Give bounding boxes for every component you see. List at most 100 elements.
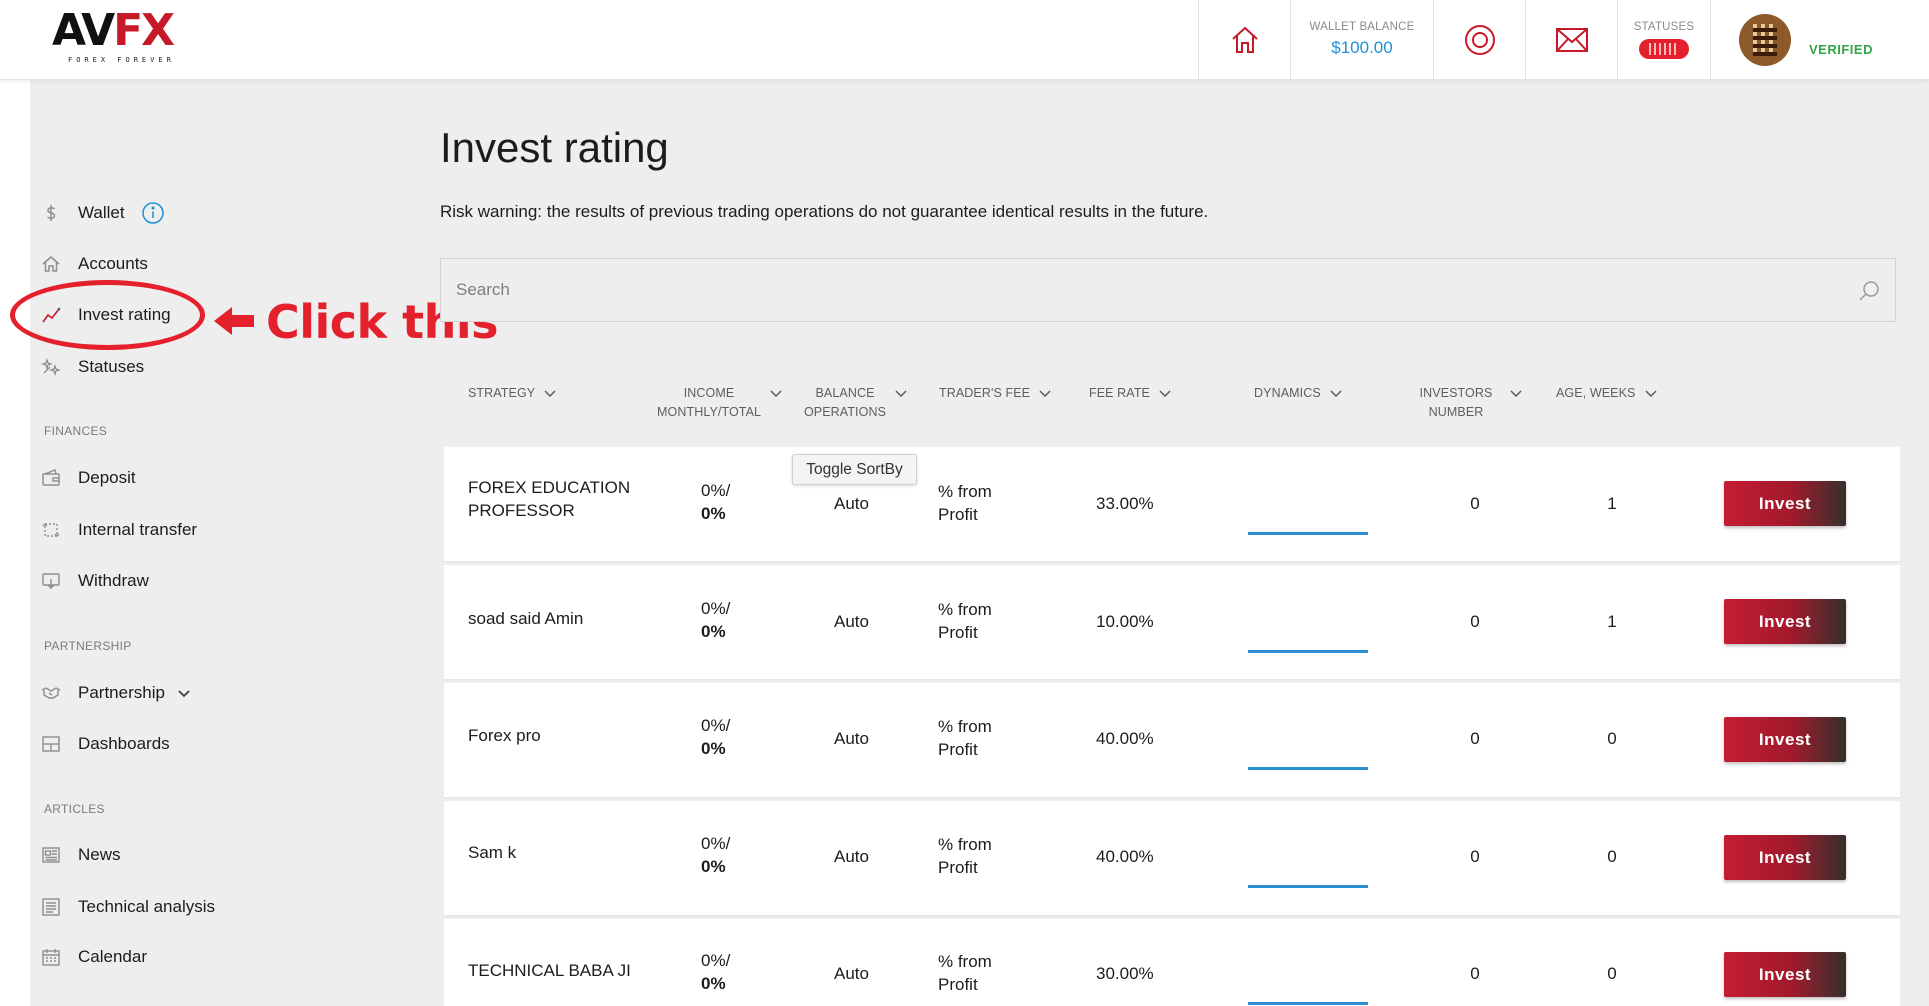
sidebar-item-internal-transfer[interactable]: Internal transfer [40, 515, 197, 545]
dynamics-sparkline [1248, 767, 1368, 770]
investors-number: 0 [1470, 494, 1480, 513]
traders-fee: % from Profit [938, 717, 992, 759]
invest-button[interactable]: Invest [1724, 481, 1846, 526]
sidebar-item-label: Wallet [78, 203, 125, 222]
income-total: 0% [701, 504, 726, 523]
sidebar-item-deposit[interactable]: Deposit [40, 463, 136, 493]
traders-fee: % from Profit [938, 835, 992, 877]
section-title-finances: FINANCES [44, 424, 108, 438]
col-header-sublabel: MONTHLY/TOTAL [657, 405, 762, 419]
income-monthly: 0%/ [701, 951, 731, 970]
sidebar-item-statuses[interactable]: Statuses [40, 352, 144, 382]
balance-operations: Auto [834, 964, 869, 983]
wallet-balance-widget[interactable]: WALLET BALANCE $100.00 [1290, 0, 1433, 79]
withdraw-icon [40, 570, 62, 592]
sidebar-item-withdraw[interactable]: Withdraw [40, 566, 149, 596]
transfer-icon [40, 519, 62, 541]
sidebar-item-dashboards[interactable]: Dashboards [40, 729, 170, 759]
invest-button[interactable]: Invest [1724, 599, 1846, 644]
chevron-down-icon [1330, 390, 1342, 397]
sidebar-item-label: Withdraw [78, 571, 149, 590]
sidebar-item-label: News [78, 845, 121, 864]
table-row[interactable]: FOREX EDUCATION PROFESSOR 0%/ 0% Auto % … [444, 447, 1900, 561]
sidebar-item-wallet[interactable]: Wallet [40, 198, 165, 228]
invest-button[interactable]: Invest [1724, 717, 1846, 762]
balance-operations: Auto [834, 494, 869, 513]
sidebar-item-partnership[interactable]: Partnership [40, 678, 191, 708]
col-header-traders-fee[interactable]: TRADER'S FEE [939, 384, 1052, 403]
brand-logo[interactable]: AVFX FOREX FOREVER [52, 8, 192, 66]
col-header-balance[interactable]: BALANCE OPERATIONS [800, 384, 908, 422]
statuses-label: STATUSES [1633, 20, 1695, 33]
sidebar-item-label: Partnership [78, 683, 165, 702]
user-menu[interactable]: VERIFIED [1710, 0, 1929, 79]
age-weeks: 0 [1607, 847, 1617, 866]
dynamics-sparkline [1248, 885, 1368, 888]
strategy-name[interactable]: FOREX EDUCATION PROFESSOR [468, 476, 648, 522]
table-row[interactable]: soad said Amin 0%/ 0% Auto % from Profit… [444, 565, 1900, 679]
investors-number: 0 [1470, 612, 1480, 631]
mail-button[interactable] [1525, 0, 1617, 79]
chevron-down-icon [544, 390, 556, 397]
target-button[interactable] [1433, 0, 1525, 79]
wallet-icon [40, 467, 62, 489]
income-cell: 0%/ 0% [701, 597, 761, 643]
invest-button[interactable]: Invest [1724, 835, 1846, 880]
sidebar-item-accounts[interactable]: Accounts [40, 249, 148, 279]
income-total: 0% [701, 739, 726, 758]
income-cell: 0%/ 0% [701, 832, 761, 878]
sidebar-item-technical-analysis[interactable]: Technical analysis [40, 892, 215, 922]
target-icon [1464, 24, 1495, 55]
col-header-investors[interactable]: INVESTORS NUMBER [1413, 384, 1523, 422]
chevron-down-icon[interactable] [177, 686, 191, 700]
col-header-label: FEE RATE [1089, 386, 1150, 400]
col-header-strategy[interactable]: STRATEGY [468, 384, 557, 403]
page-title: Invest rating [440, 124, 669, 171]
balance-operations: Auto [834, 612, 869, 631]
income-monthly: 0%/ [701, 599, 731, 618]
col-header-fee-rate[interactable]: FEE RATE [1089, 384, 1172, 403]
col-header-label: INCOME [683, 386, 735, 400]
annotation-ellipse [10, 280, 205, 350]
mail-icon [1555, 27, 1588, 52]
search-input[interactable] [441, 259, 1895, 321]
col-header-age[interactable]: AGE, WEEKS [1556, 384, 1658, 403]
fee-rate: 10.00% [1096, 612, 1154, 631]
statuses-widget[interactable]: STATUSES [1617, 0, 1710, 79]
strategy-name[interactable]: Forex pro [468, 724, 648, 747]
top-header: AVFX FOREX FOREVER WALLET BALANCE $100.0… [0, 0, 1929, 80]
avatar[interactable] [1739, 13, 1791, 66]
annotation-arrow-icon [214, 307, 254, 335]
table-row[interactable]: TECHNICAL BABA JI 0%/ 0% Auto % from Pro… [444, 919, 1900, 1006]
search-icon[interactable] [1857, 279, 1881, 303]
col-header-income[interactable]: INCOME MONTHLY/TOTAL [657, 384, 783, 422]
invest-button[interactable]: Invest [1724, 952, 1846, 997]
col-header-label: AGE, WEEKS [1556, 386, 1636, 400]
dynamics-sparkline [1248, 532, 1368, 535]
income-cell: 0%/ 0% [701, 714, 761, 760]
sidebar-item-label: Deposit [78, 468, 136, 487]
sidebar-item-calendar[interactable]: Calendar [40, 942, 147, 972]
info-icon[interactable] [141, 201, 165, 225]
fee-rate: 30.00% [1096, 964, 1154, 983]
income-cell: 0%/ 0% [701, 949, 761, 995]
strategy-name[interactable]: Sam k [468, 841, 648, 864]
risk-warning: Risk warning: the results of previous tr… [440, 202, 1209, 221]
home-button[interactable] [1198, 0, 1290, 79]
fee-rate: 40.00% [1096, 847, 1154, 866]
sidebar-item-label: Calendar [78, 947, 147, 966]
calendar-icon [40, 946, 62, 968]
sidebar-item-label: Accounts [78, 254, 148, 273]
sort-tooltip: Toggle SortBy [792, 454, 917, 485]
section-title-articles: ARTICLES [44, 802, 105, 816]
balance-operations: Auto [834, 729, 869, 748]
age-weeks: 1 [1607, 612, 1617, 631]
sidebar-item-news[interactable]: News [40, 840, 121, 870]
dynamics-sparkline [1248, 650, 1368, 653]
strategy-name[interactable]: soad said Amin [468, 607, 648, 630]
col-header-dynamics[interactable]: DYNAMICS [1254, 384, 1343, 403]
strategy-name[interactable]: TECHNICAL BABA JI [468, 959, 648, 982]
table-row[interactable]: Sam k 0%/ 0% Auto % from Profit 40.00% 0… [444, 801, 1900, 915]
table-row[interactable]: Forex pro 0%/ 0% Auto % from Profit 40.0… [444, 683, 1900, 797]
income-total: 0% [701, 622, 726, 641]
